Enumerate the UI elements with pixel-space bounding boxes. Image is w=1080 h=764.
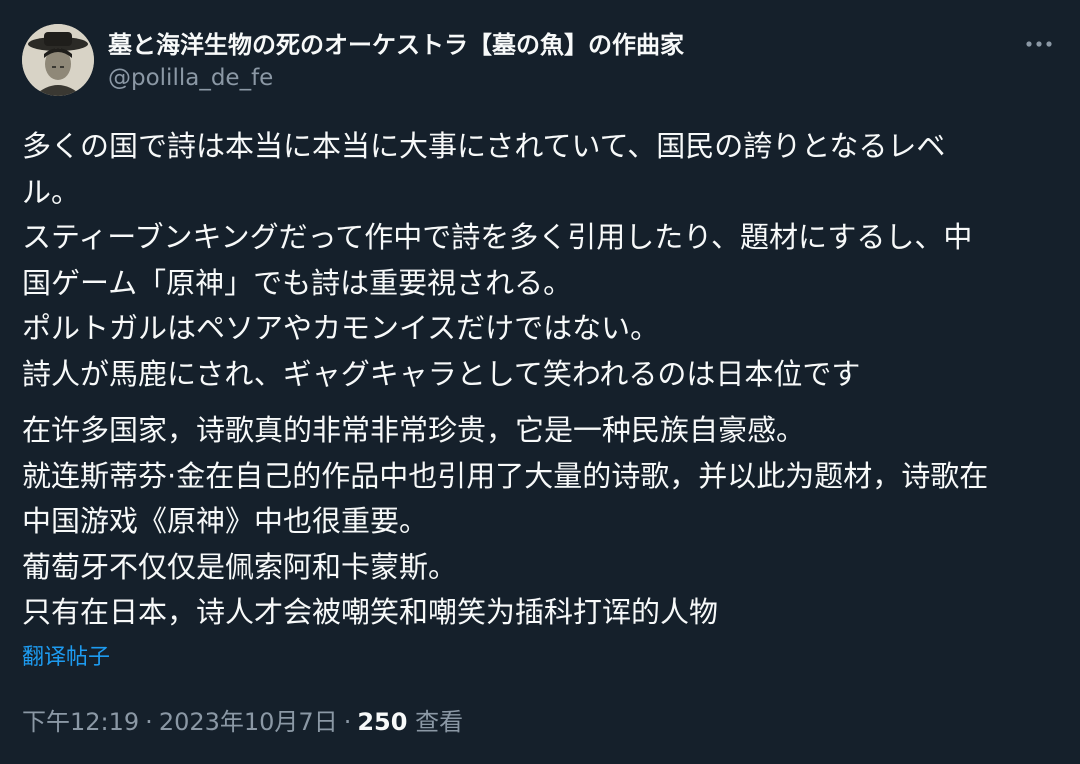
text-line: ル。 <box>22 174 81 209</box>
text-line: 就连斯蒂芬·金在自己的作品中也引用了大量的诗歌，并以此为题材，诗歌在 <box>22 458 989 493</box>
tweet-header: 墓と海洋生物の死のオーケストラ【墓の魚】の作曲家 @polilla_de_fe <box>22 24 1058 100</box>
author-handle[interactable]: @polilla_de_fe <box>108 62 684 94</box>
avatar[interactable] <box>22 24 94 96</box>
translate-post-link[interactable]: 翻译帖子 <box>22 643 110 673</box>
text-line: 多くの国で詩は本当に本当に大事にされていて、国民の誇りとなるレベ <box>22 129 946 163</box>
text-line: 国ゲーム「原神」でも詩は重要視される。 <box>22 265 573 300</box>
meta-separator: · <box>145 708 153 736</box>
text-line: 只有在日本，诗人才会被嘲笑和嘲笑为插科打诨的人物 <box>22 595 719 629</box>
text-line: 葡萄牙不仅仅是佩索阿和卡蒙斯。 <box>22 549 458 584</box>
tweet-meta: 下午12:19 · 2023年10月7日 · 250 查看 <box>22 705 463 739</box>
more-options-button[interactable] <box>1022 32 1056 56</box>
tweet-date[interactable]: 2023年10月7日 <box>159 708 338 736</box>
text-line: 中国游戏《原神》中也很重要。 <box>22 504 429 538</box>
text-line: 在许多国家，诗歌真的非常非常珍贵，它是一种民族自豪感。 <box>22 413 806 447</box>
more-horizontal-icon <box>1026 41 1052 47</box>
tweet-time[interactable]: 下午12:19 <box>22 708 139 736</box>
views-count[interactable]: 250 <box>357 708 407 736</box>
tweet-translated-text: 在许多国家，诗歌真的非常非常珍贵，它是一种民族自豪感。 就连斯蒂芬·金在自己的作… <box>22 408 1062 636</box>
text-line: 詩人が馬鹿にされ、ギャグキャラとして笑われるのは日本位です <box>22 356 861 391</box>
tweet-original-text: 多くの国で詩は本当に本当に大事にされていて、国民の誇りとなるレベ ル。 スティー… <box>22 124 1062 397</box>
author-names: 墓と海洋生物の死のオーケストラ【墓の魚】の作曲家 @polilla_de_fe <box>108 28 684 94</box>
views-label: 查看 <box>415 708 464 736</box>
text-line: ポルトガルはペソアやカモンイスだけではない。 <box>22 311 660 345</box>
text-line: スティーブンキングだって作中で詩を多く引用したり、題材にするし、中 <box>22 220 973 254</box>
author-display-name[interactable]: 墓と海洋生物の死のオーケストラ【墓の魚】の作曲家 <box>108 28 684 62</box>
meta-separator: · <box>343 708 352 736</box>
tweet-text: 多くの国で詩は本当に本当に大事にされていて、国民の誇りとなるレベ ル。 スティー… <box>22 124 1062 636</box>
